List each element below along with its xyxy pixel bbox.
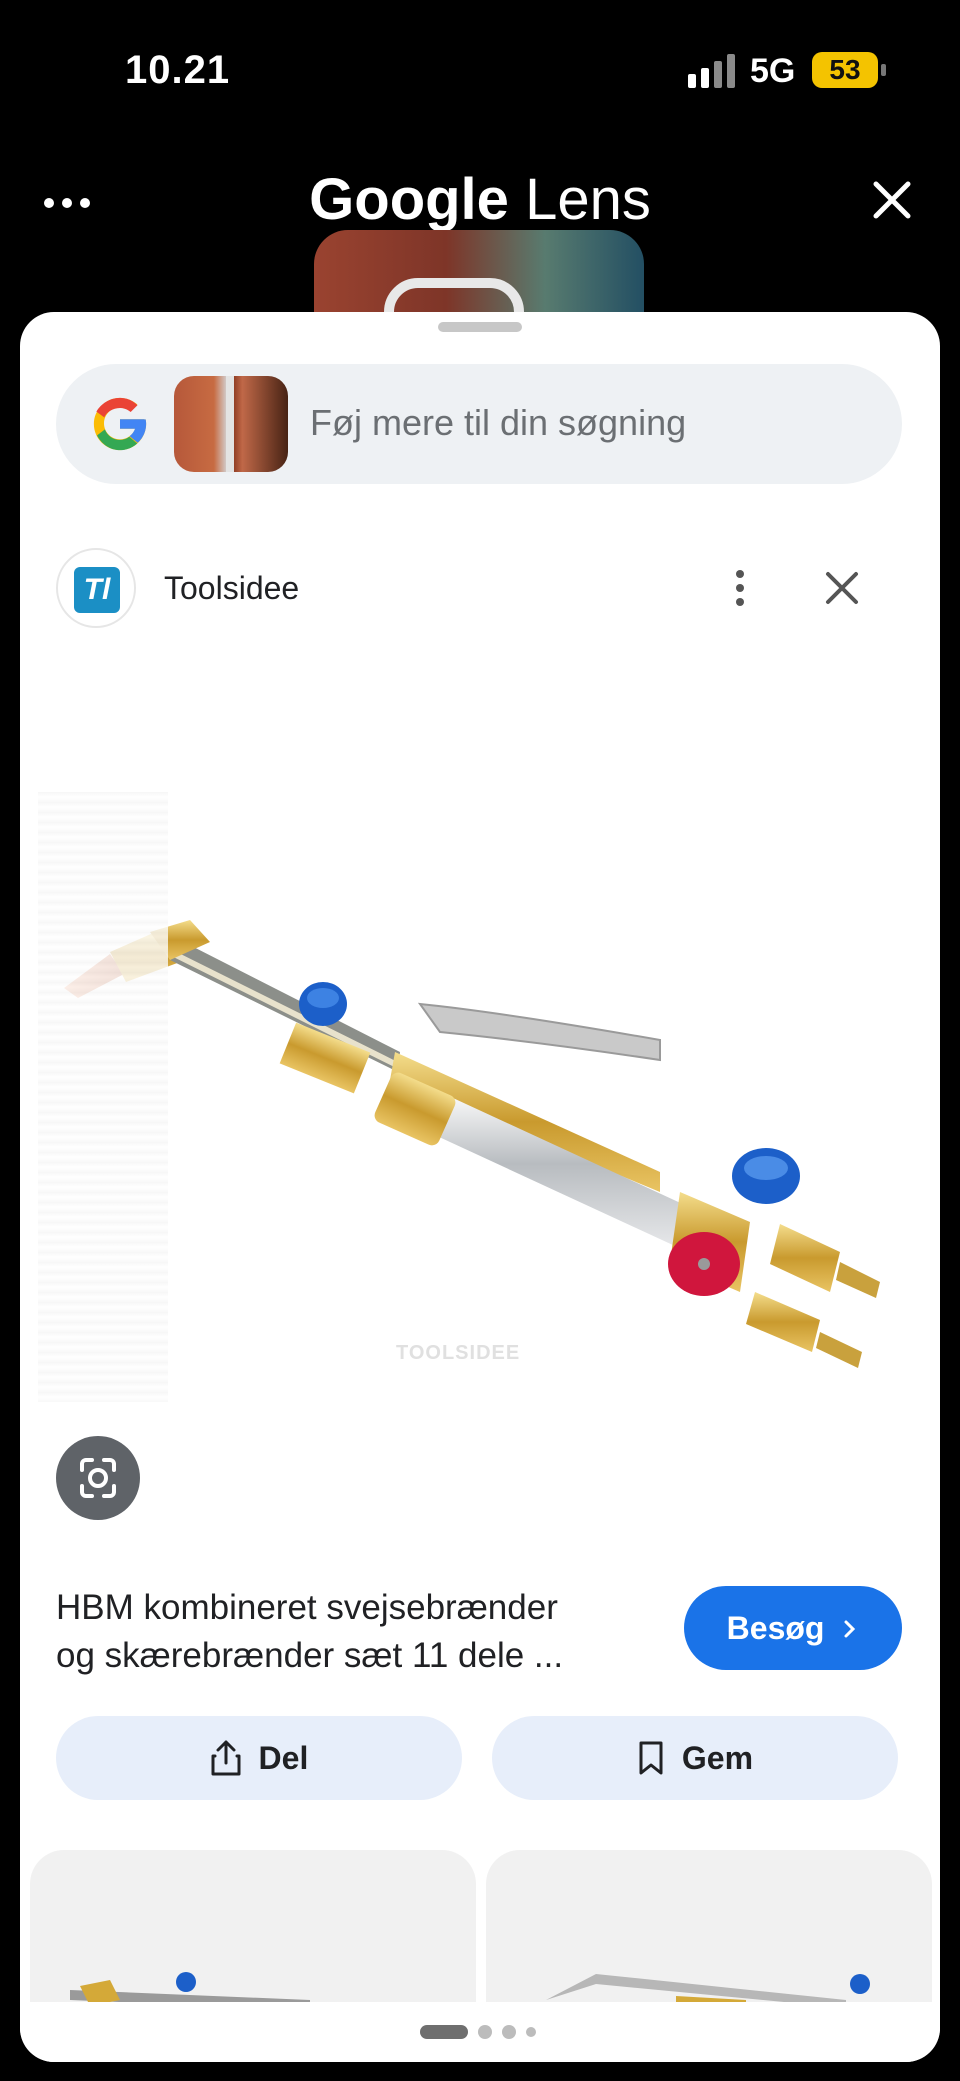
chevron-right-icon bbox=[844, 1620, 856, 1638]
image-watermark: TOOLSIDEE bbox=[396, 1342, 521, 1364]
product-image[interactable]: TOOLSIDEE bbox=[20, 652, 940, 1412]
network-type: 5G bbox=[750, 52, 796, 90]
source-name[interactable]: Toolsidee bbox=[164, 570, 299, 607]
close-icon[interactable] bbox=[868, 176, 916, 224]
save-label: Gem bbox=[681, 1740, 754, 1776]
cellular-signal-icon bbox=[688, 54, 736, 88]
more-vertical-icon[interactable] bbox=[720, 564, 760, 616]
app-title-google: Google bbox=[309, 167, 509, 232]
app-title-lens: Lens bbox=[525, 167, 651, 232]
share-button[interactable]: Del bbox=[56, 1716, 462, 1800]
close-icon[interactable] bbox=[822, 568, 862, 608]
product-title-line-2: og skærebrænder sæt 11 dele ... bbox=[56, 1636, 564, 1675]
status-bar: 10.21 5G 53 bbox=[0, 0, 960, 140]
bookmark-icon bbox=[639, 1741, 663, 1775]
visit-button[interactable]: Besøg bbox=[684, 1586, 902, 1670]
save-button[interactable]: Gem bbox=[492, 1716, 898, 1800]
search-bar[interactable]: Føj mere til din søgning bbox=[56, 364, 902, 484]
share-label: Del bbox=[258, 1740, 309, 1776]
source-header: Tl Toolsidee bbox=[56, 544, 902, 628]
product-title[interactable]: HBM kombineret svejsebrænder og skærebræ… bbox=[56, 1584, 636, 1680]
results-sheet: Føj mere til din søgning Tl Toolsidee TO… bbox=[20, 312, 940, 2062]
query-image-thumbnail[interactable] bbox=[174, 376, 288, 472]
lens-search-button[interactable] bbox=[56, 1436, 140, 1520]
product-title-line-1: HBM kombineret svejsebrænder bbox=[56, 1588, 558, 1627]
app-title: Google Lens bbox=[0, 166, 960, 233]
share-icon bbox=[211, 1740, 241, 1776]
toolsidee-logo: Tl bbox=[56, 548, 136, 628]
google-g-icon bbox=[93, 397, 147, 451]
visit-label: Besøg bbox=[726, 1610, 825, 1646]
search-placeholder: Føj mere til din søgning bbox=[310, 402, 687, 443]
battery-icon: 53 bbox=[812, 52, 886, 88]
sheet-drag-handle[interactable] bbox=[438, 322, 522, 332]
logo-text: Tl bbox=[74, 567, 120, 613]
status-time: 10.21 bbox=[125, 48, 231, 92]
lens-camera-icon bbox=[80, 1458, 116, 1498]
image-background-texture bbox=[38, 792, 168, 1402]
